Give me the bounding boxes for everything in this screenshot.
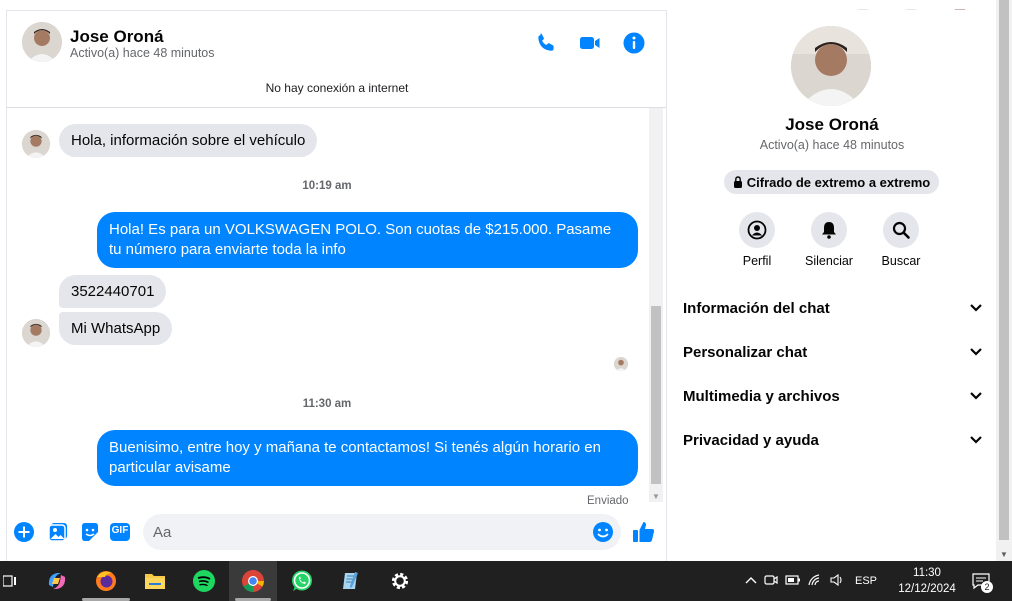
- lock-icon: [733, 176, 742, 188]
- sticker-icon[interactable]: [79, 521, 101, 543]
- spotify-icon[interactable]: [180, 561, 228, 601]
- section-label: Privacidad y ayuda: [683, 431, 819, 449]
- contact-avatar[interactable]: [22, 22, 62, 62]
- emoji-icon[interactable]: [592, 521, 614, 543]
- gallery-icon[interactable]: [47, 521, 69, 543]
- search-label: Buscar: [881, 254, 921, 268]
- contact-profile-name: Jose Oroná: [785, 115, 879, 134]
- search-action[interactable]: Buscar: [866, 212, 936, 268]
- notification-center-icon[interactable]: 2: [968, 561, 994, 601]
- section-privacy-help[interactable]: Privacidad y ayuda: [683, 426, 983, 454]
- profile-icon[interactable]: [739, 212, 775, 248]
- top-toolbar-stub: [845, 0, 985, 11]
- message-scrollbar[interactable]: ▼: [649, 108, 663, 502]
- chevron-down-icon: [970, 436, 982, 444]
- section-label: Personalizar chat: [683, 343, 808, 361]
- info-icon[interactable]: [622, 31, 646, 55]
- incoming-message[interactable]: 3522440701: [59, 275, 167, 308]
- outgoing-message[interactable]: Hola! Es para un VOLKSWAGEN POLO. Son cu…: [97, 212, 638, 268]
- language-indicator[interactable]: ESP: [848, 575, 884, 587]
- e2e-label: Cifrado de extremo a extremo: [746, 174, 931, 190]
- profile-action[interactable]: Perfil: [722, 212, 792, 268]
- notification-count: 2: [981, 581, 993, 593]
- composer: GIF: [7, 511, 667, 555]
- section-media-files[interactable]: Multimedia y archivos: [683, 382, 983, 410]
- plus-icon[interactable]: [13, 521, 35, 543]
- scroll-thumb[interactable]: [651, 306, 661, 484]
- timestamp: 10:19 am: [302, 180, 352, 192]
- section-label: Información del chat: [683, 299, 830, 317]
- mute-label: Silenciar: [805, 254, 853, 268]
- settings-icon[interactable]: [376, 561, 424, 601]
- sender-avatar[interactable]: [22, 130, 50, 158]
- search-icon[interactable]: [883, 212, 919, 248]
- chevron-down-icon: [970, 348, 982, 356]
- phone-icon[interactable]: [534, 31, 558, 55]
- conversation-info-panel: Jose Oroná Activo(a) hace 48 minutos Cif…: [666, 10, 996, 561]
- section-customize-chat[interactable]: Personalizar chat: [683, 338, 983, 366]
- connection-notice: No hay conexión a internet: [265, 81, 409, 95]
- window-scroll-thumb[interactable]: [999, 0, 1009, 540]
- copilot-icon[interactable]: [33, 561, 81, 601]
- chevron-down-icon: [970, 392, 982, 400]
- chat-header: Jose Oroná Activo(a) hace 48 minutos: [7, 11, 667, 75]
- seen-indicator-avatar: [614, 357, 628, 371]
- gif-label: GIF: [111, 525, 129, 536]
- window-scrollbar[interactable]: ▼: [996, 0, 1012, 561]
- chevron-down-icon: [970, 304, 982, 312]
- screen: Jose Oroná Activo(a) hace 48 minutos No …: [0, 0, 1012, 601]
- battery-icon[interactable]: [782, 574, 804, 588]
- clock[interactable]: 11:30 12/12/2024: [892, 565, 962, 597]
- message-input[interactable]: [143, 514, 621, 550]
- contact-status: Activo(a) hace 48 minutos: [70, 46, 215, 60]
- clock-time: 11:30: [913, 567, 941, 579]
- notepad-icon[interactable]: [327, 561, 375, 601]
- task-view-icon[interactable]: [0, 561, 20, 601]
- contact-name[interactable]: Jose Oroná: [70, 27, 164, 47]
- incoming-message[interactable]: Hola, información sobre el vehículo: [59, 124, 318, 157]
- chrome-icon[interactable]: [229, 561, 277, 601]
- profile-label: Perfil: [742, 254, 772, 268]
- contact-profile-status: Activo(a) hace 48 minutos: [759, 138, 905, 152]
- system-tray: ESP: [742, 561, 884, 601]
- chat-pane: Jose Oroná Activo(a) hace 48 minutos No …: [6, 10, 667, 561]
- contact-profile-avatar[interactable]: [791, 26, 871, 106]
- video-call-icon[interactable]: [578, 31, 602, 55]
- bell-icon[interactable]: [811, 212, 847, 248]
- outgoing-message[interactable]: Buenisimo, entre hoy y mañana te contact…: [97, 430, 638, 486]
- whatsapp-icon[interactable]: [278, 561, 326, 601]
- like-icon[interactable]: [631, 519, 657, 545]
- section-label: Multimedia y archivos: [683, 387, 840, 405]
- taskbar: ESP 11:30 12/12/2024 2: [0, 561, 1012, 601]
- message-list: Hola, información sobre el vehículo 10:1…: [7, 108, 647, 507]
- firefox-icon[interactable]: [82, 561, 130, 601]
- timestamp: 11:30 am: [302, 398, 352, 410]
- incoming-message[interactable]: Mi WhatsApp: [59, 312, 173, 345]
- e2e-badge[interactable]: Cifrado de extremo a extremo: [724, 170, 939, 194]
- sent-status: Enviado: [587, 495, 629, 507]
- scroll-down-arrow[interactable]: ▼: [651, 492, 661, 502]
- window-scroll-down-arrow[interactable]: ▼: [996, 550, 1012, 559]
- volume-icon[interactable]: [826, 573, 848, 589]
- sender-avatar[interactable]: [22, 319, 50, 347]
- meet-now-icon[interactable]: [760, 574, 782, 589]
- wifi-icon[interactable]: [804, 573, 826, 589]
- clock-date: 12/12/2024: [898, 583, 956, 595]
- mute-action[interactable]: Silenciar: [794, 212, 864, 268]
- section-chat-info[interactable]: Información del chat: [683, 294, 983, 322]
- gif-icon[interactable]: GIF: [109, 521, 131, 543]
- file-explorer-icon[interactable]: [131, 561, 179, 601]
- chevron-up-icon[interactable]: [742, 575, 760, 587]
